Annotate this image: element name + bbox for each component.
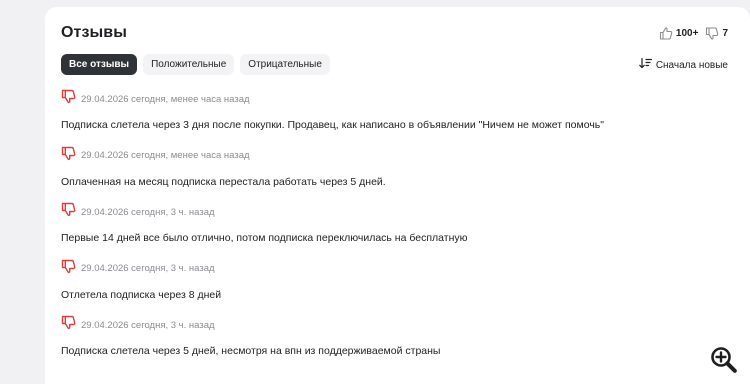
review-meta: 29.04.2026 сегодня, 3 ч. назад bbox=[61, 259, 728, 279]
review-item: 29.04.2026 сегодня, 3 ч. назад Отлетела … bbox=[61, 259, 728, 318]
review-meta: 29.04.2026 сегодня, 3 ч. назад bbox=[61, 202, 728, 222]
thumb-down-icon bbox=[61, 146, 76, 166]
review-meta: 29.04.2026 сегодня, менее часа назад bbox=[61, 146, 728, 166]
review-date: 29.04.2026 сегодня, 3 ч. назад bbox=[81, 263, 215, 274]
tab-negative[interactable]: Отрицательные bbox=[240, 54, 330, 75]
review-date: 29.04.2026 сегодня, менее часа назад bbox=[81, 150, 250, 161]
sort-icon bbox=[639, 57, 652, 72]
review-item: 29.04.2026 сегодня, менее часа назад Под… bbox=[61, 89, 728, 148]
review-text: Подписка слетела через 3 дня после покуп… bbox=[61, 119, 604, 131]
thumb-down-icon bbox=[61, 259, 76, 279]
review-item: 29.04.2026 сегодня, менее часа назад Опл… bbox=[61, 146, 728, 205]
sort-label: Сначала новые bbox=[655, 59, 728, 71]
review-meta: 29.04.2026 сегодня, менее часа назад bbox=[61, 89, 728, 109]
thumb-down-icon bbox=[705, 26, 719, 40]
likes-counter[interactable]: 100+ bbox=[659, 26, 699, 40]
thumb-down-icon bbox=[61, 202, 76, 222]
review-text: Первые 14 дней все было отлично, потом п… bbox=[61, 232, 468, 244]
review-date: 29.04.2026 сегодня, 3 ч. назад bbox=[81, 319, 215, 331]
thumb-up-icon bbox=[659, 26, 673, 40]
thumb-down-icon bbox=[61, 315, 76, 335]
review-item: 29.04.2026 сегодня, 3 ч. назад Подписка … bbox=[61, 315, 728, 374]
review-filter-tabs: Все отзывы Положительные Отрицательные bbox=[61, 54, 330, 75]
review-text: Подписка слетела через 5 дней, несмотря … bbox=[61, 345, 441, 357]
review-meta: 29.04.2026 сегодня, 3 ч. назад bbox=[61, 315, 728, 335]
likes-count: 100+ bbox=[675, 27, 699, 39]
reviews-list: 29.04.2026 сегодня, менее часа назад Под… bbox=[61, 89, 728, 374]
tab-positive[interactable]: Положительные bbox=[143, 54, 235, 75]
review-text: Оплаченная на месяц подписка перестала р… bbox=[61, 175, 386, 188]
review-date: 29.04.2026 сегодня, менее часа назад bbox=[81, 93, 250, 105]
thumb-down-icon bbox=[61, 89, 76, 109]
review-date: 29.04.2026 сегодня, 3 ч. назад bbox=[81, 206, 215, 218]
review-counts: 100+ 7 bbox=[659, 26, 728, 40]
zoom-in-icon[interactable] bbox=[709, 345, 739, 375]
sort-dropdown[interactable]: Сначала новые bbox=[639, 57, 728, 72]
reviews-header: Отзывы 100+ 7 bbox=[61, 23, 728, 43]
tab-all-reviews[interactable]: Все отзывы bbox=[61, 54, 138, 75]
review-text: Отлетела подписка через 8 дней bbox=[61, 288, 222, 301]
reviews-title: Отзывы bbox=[61, 24, 127, 41]
dislikes-counter[interactable]: 7 bbox=[705, 26, 728, 40]
reviews-card: Отзывы 100+ 7 Все отзывы Положительные О… bbox=[45, 7, 750, 384]
dislikes-count: 7 bbox=[722, 27, 728, 39]
review-item: 29.04.2026 сегодня, 3 ч. назад Первые 14… bbox=[61, 202, 728, 261]
